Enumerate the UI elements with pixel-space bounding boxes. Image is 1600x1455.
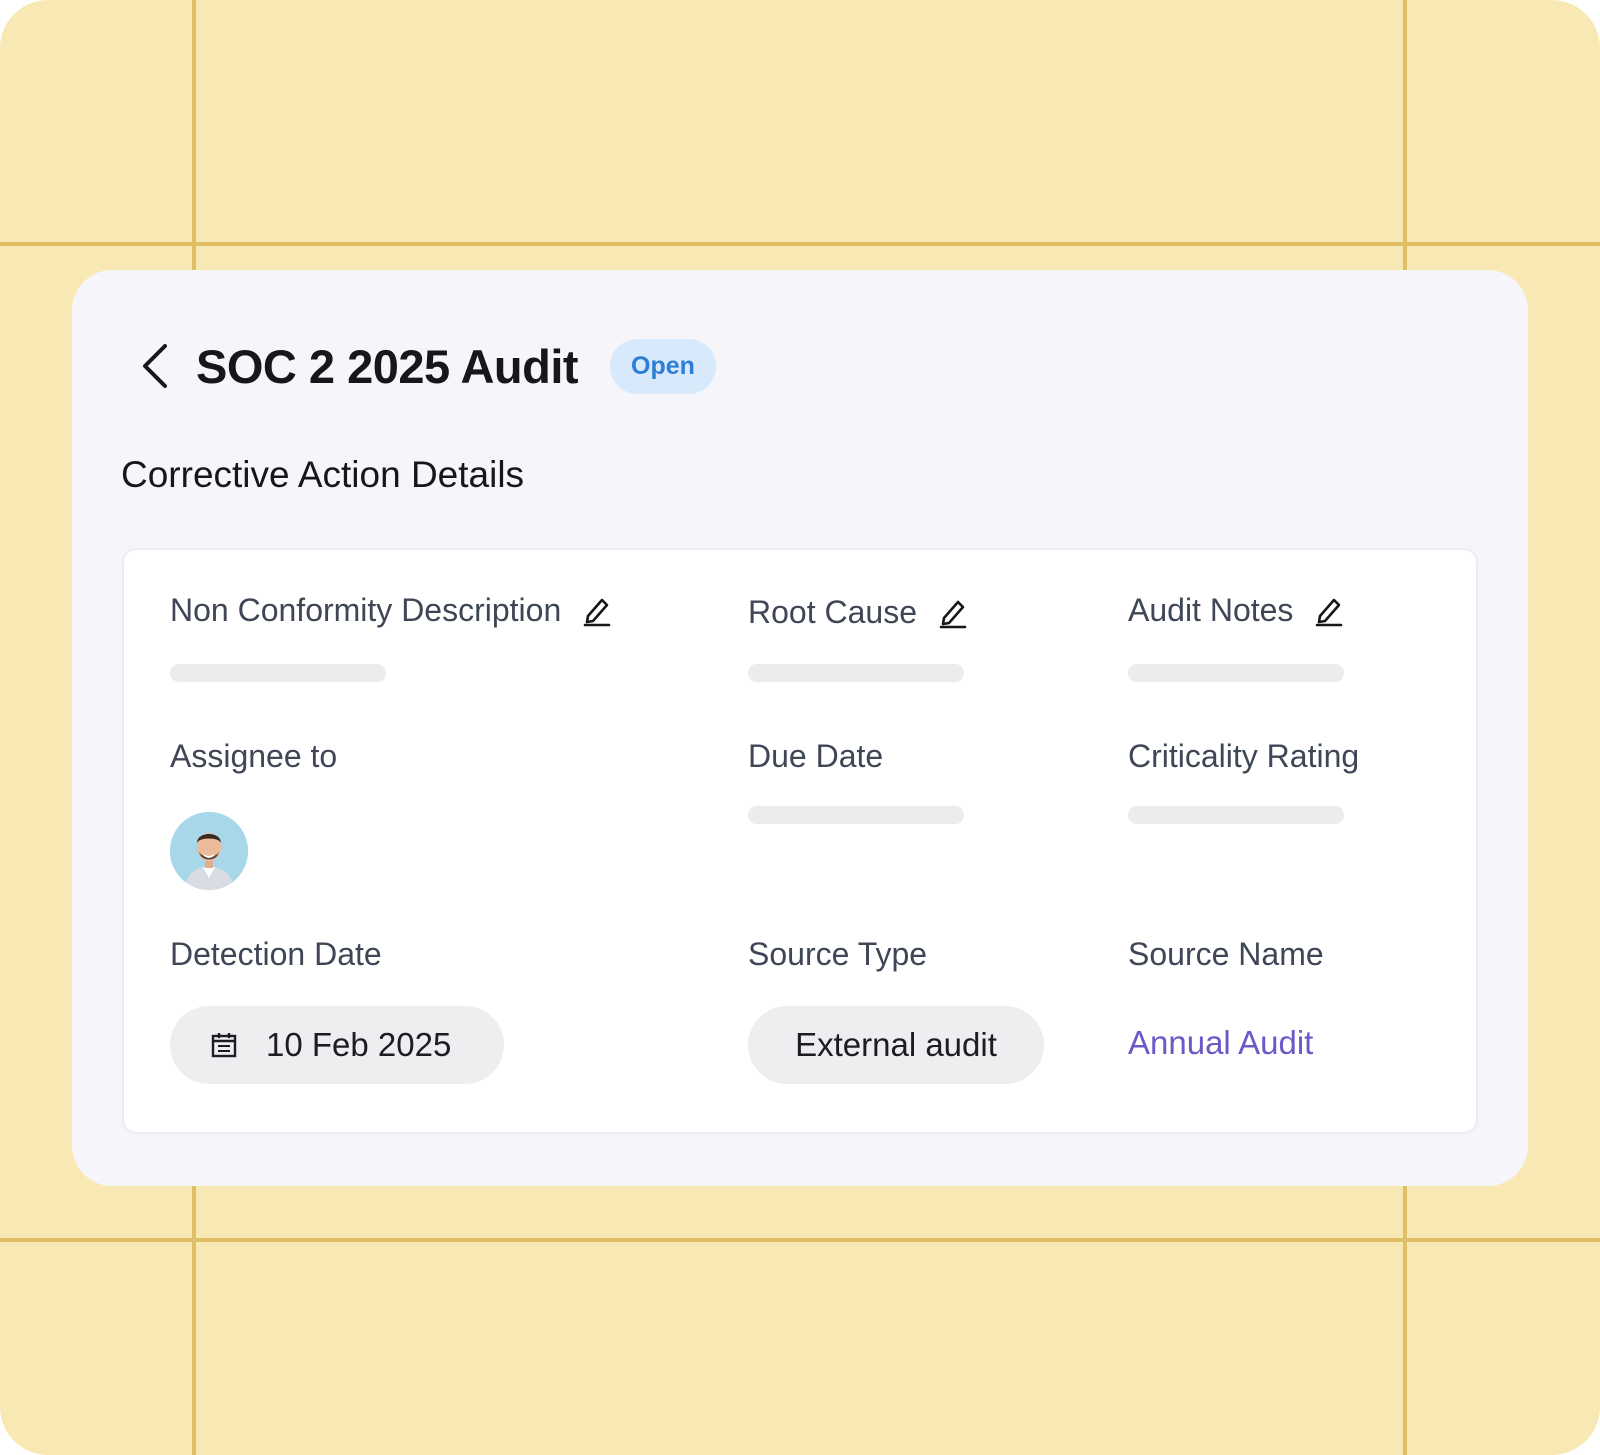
field-label: Root Cause (748, 594, 917, 630)
back-button[interactable] (130, 336, 180, 396)
field-label: Non Conformity Description (170, 592, 562, 628)
source-type-value: External audit (795, 1026, 997, 1063)
edit-audit-notes-button[interactable] (1315, 595, 1343, 627)
field-source-name: Source Name (1128, 936, 1324, 973)
source-type-chip[interactable]: External audit (748, 1006, 1044, 1084)
field-criticality: Criticality Rating (1128, 738, 1359, 775)
avatar[interactable] (170, 812, 248, 890)
field-label: Due Date (748, 738, 884, 774)
status-badge: Open (610, 338, 716, 394)
placeholder-bar (170, 664, 386, 682)
section-title: Corrective Action Details (121, 454, 525, 495)
detail-panel: SOC 2 2025 Audit Open Corrective Action … (72, 270, 1528, 1186)
placeholder-bar (748, 806, 964, 824)
field-label: Audit Notes (1128, 592, 1294, 628)
edit-root-cause-button[interactable] (939, 597, 967, 629)
page-title: SOC 2 2025 Audit (196, 339, 579, 393)
field-root-cause: Root Cause (748, 594, 967, 631)
detection-date-chip[interactable]: 10 Feb 2025 (170, 1006, 504, 1084)
chevron-left-icon (143, 344, 167, 388)
detection-date-value: 10 Feb 2025 (266, 1026, 452, 1063)
field-audit-notes: Audit Notes (1128, 592, 1343, 629)
pencil-icon (583, 598, 611, 626)
field-label: Assignee to (170, 738, 338, 774)
edit-non-conformity-button[interactable] (583, 595, 611, 627)
field-assignee: Assignee to (170, 738, 337, 775)
placeholder-bar (1128, 806, 1344, 824)
grid-line (0, 242, 1600, 246)
grid-line (0, 1238, 1600, 1242)
field-label: Detection Date (170, 936, 382, 972)
field-due-date: Due Date (748, 738, 883, 775)
person-photo-icon (170, 812, 248, 890)
calendar-icon (211, 1033, 237, 1058)
pencil-icon (939, 600, 967, 628)
placeholder-bar (1128, 664, 1344, 682)
page-header: SOC 2 2025 Audit Open (130, 326, 716, 406)
field-label: Criticality Rating (1128, 738, 1360, 774)
details-card: Non Conformity Description Root Cause Au… (122, 548, 1478, 1134)
field-label: Source Name (1128, 936, 1324, 972)
pencil-icon (1316, 598, 1343, 626)
placeholder-bar (748, 664, 964, 682)
field-label: Source Type (748, 936, 928, 972)
field-detection-date: Detection Date (170, 936, 382, 973)
field-source-type: Source Type (748, 936, 927, 973)
source-name-link[interactable]: Annual Audit (1128, 1024, 1313, 1062)
field-non-conformity: Non Conformity Description (170, 592, 611, 629)
